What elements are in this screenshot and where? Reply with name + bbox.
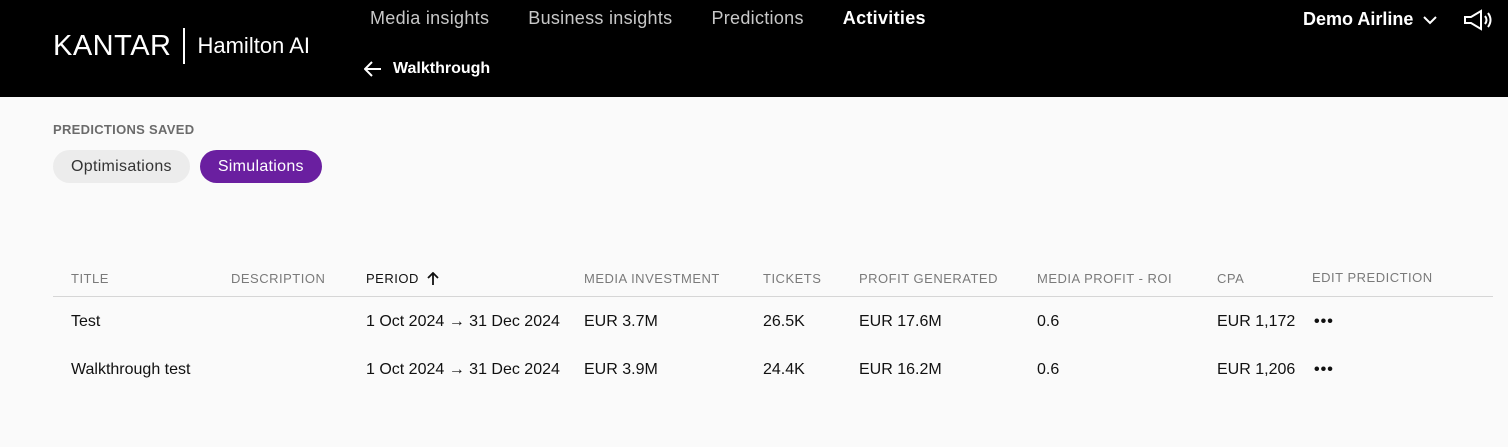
cell-media-investment: EUR 3.7M bbox=[584, 313, 658, 330]
cell-tickets: 24.4K bbox=[763, 361, 805, 378]
arrow-up-icon bbox=[427, 271, 439, 285]
column-header-media-investment[interactable]: MEDIA INVESTMENT bbox=[584, 271, 720, 286]
cell-tickets: 26.5K bbox=[763, 313, 805, 330]
table-row[interactable]: Test 1 Oct 2024 → 31 Dec 2024 EUR 3.7M 2… bbox=[53, 297, 1493, 345]
nav-predictions[interactable]: Predictions bbox=[711, 8, 803, 28]
tab-optimisations[interactable]: Optimisations bbox=[53, 150, 190, 183]
cell-profit-generated: EUR 16.2M bbox=[859, 361, 942, 378]
main-nav: Media insights Business insights Predict… bbox=[370, 8, 965, 28]
more-options-icon[interactable]: ••• bbox=[1314, 313, 1334, 331]
cell-profit-generated: EUR 17.6M bbox=[859, 313, 942, 330]
predictions-table: TITLE DESCRIPTION PERIOD MEDIA INVESTMEN… bbox=[53, 262, 1493, 393]
nav-business-insights[interactable]: Business insights bbox=[528, 8, 672, 28]
back-link[interactable]: Walkthrough bbox=[364, 60, 490, 78]
cell-roi: 0.6 bbox=[1037, 361, 1060, 378]
column-header-period[interactable]: PERIOD bbox=[366, 271, 439, 286]
top-bar: KANTAR Hamilton AI Media insights Busine… bbox=[0, 0, 1508, 97]
cell-period: 1 Oct 2024 → 31 Dec 2024 bbox=[366, 313, 560, 330]
table-row[interactable]: Walkthrough test 1 Oct 2024 → 31 Dec 202… bbox=[53, 345, 1493, 393]
logo-divider bbox=[183, 28, 186, 64]
cell-media-investment: EUR 3.9M bbox=[584, 361, 658, 378]
product-name: Hamilton AI bbox=[197, 33, 310, 58]
column-header-description[interactable]: DESCRIPTION bbox=[231, 271, 325, 286]
cell-roi: 0.6 bbox=[1037, 313, 1060, 330]
brand-logo: KANTAR bbox=[53, 29, 172, 62]
chevron-down-icon bbox=[1423, 15, 1438, 24]
section-label: PREDICTIONS SAVED bbox=[53, 122, 195, 137]
cell-title: Walkthrough test bbox=[71, 361, 191, 378]
cell-title: Test bbox=[71, 313, 101, 330]
column-header-tickets[interactable]: TICKETS bbox=[763, 271, 821, 286]
arrow-left-icon bbox=[364, 61, 381, 77]
account-selector[interactable]: Demo Airline bbox=[1303, 9, 1438, 30]
cell-cpa: EUR 1,172 bbox=[1217, 313, 1296, 330]
column-header-period-label: PERIOD bbox=[366, 271, 419, 286]
table-header: TITLE DESCRIPTION PERIOD MEDIA INVESTMEN… bbox=[53, 262, 1493, 297]
nav-activities[interactable]: Activities bbox=[843, 8, 926, 28]
cell-cpa: EUR 1,206 bbox=[1217, 361, 1296, 378]
megaphone-icon[interactable] bbox=[1463, 9, 1493, 36]
column-header-title[interactable]: TITLE bbox=[71, 271, 109, 286]
column-header-roi[interactable]: MEDIA PROFIT - ROI bbox=[1037, 271, 1172, 286]
more-options-icon[interactable]: ••• bbox=[1314, 361, 1334, 379]
cell-period: 1 Oct 2024 → 31 Dec 2024 bbox=[366, 361, 560, 378]
tab-simulations[interactable]: Simulations bbox=[199, 150, 322, 183]
column-header-edit: EDIT PREDICTION bbox=[1312, 270, 1433, 285]
back-link-label: Walkthrough bbox=[393, 60, 491, 77]
column-header-profit-generated[interactable]: PROFIT GENERATED bbox=[859, 271, 998, 286]
prediction-type-tabs: Optimisations Simulations bbox=[53, 150, 322, 183]
column-header-cpa[interactable]: CPA bbox=[1217, 271, 1244, 286]
nav-media-insights[interactable]: Media insights bbox=[370, 8, 489, 28]
logo[interactable]: KANTAR Hamilton AI bbox=[53, 28, 310, 64]
account-name: Demo Airline bbox=[1303, 9, 1414, 29]
